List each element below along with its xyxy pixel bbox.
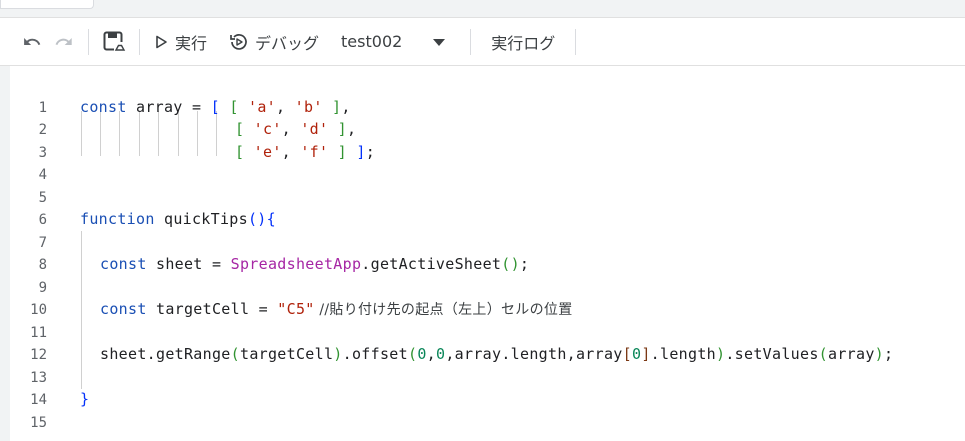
file-tab[interactable] <box>0 0 94 9</box>
code-comment: //貼り付け先の起点（左上）セルの位置 <box>314 302 573 318</box>
line-number: 12 <box>30 347 47 363</box>
debug-button-label: デバッグ <box>255 33 320 53</box>
undo-icon[interactable] <box>21 27 43 57</box>
indent-guide <box>81 231 82 389</box>
line-number: 10 <box>30 302 47 318</box>
code-line: [ 'e', 'f' ] ]; <box>235 143 376 161</box>
toolbar-divider <box>139 28 140 55</box>
function-selector-value: test002 <box>341 32 403 51</box>
line-number: 2 <box>38 122 47 138</box>
line-number: 13 <box>30 370 47 386</box>
caret-down-icon <box>433 38 446 46</box>
function-selector[interactable]: test002 <box>341 32 446 51</box>
code-line: const targetCell = "C5" //貼り付け先の起点（左上）セル… <box>100 300 573 318</box>
save-drive-icon[interactable] <box>102 27 126 57</box>
code-line: const array = [ [ 'a', 'b' ], <box>80 98 351 116</box>
editor-toolbar: 実行 デバッグ test002 実行ログ <box>0 17 965 66</box>
line-number: 8 <box>38 257 47 273</box>
toolbar-divider <box>88 28 89 55</box>
run-button-label: 実行 <box>175 33 208 53</box>
code-line: sheet.getRange(targetCell).offset(0,0,ar… <box>100 345 894 363</box>
code-line: function quickTips(){ <box>80 210 276 228</box>
code-line: } <box>80 390 90 408</box>
toolbar-divider <box>575 28 577 55</box>
code-line: const sheet = SpreadsheetApp.getActiveSh… <box>100 255 530 273</box>
line-number: 15 <box>30 415 47 431</box>
execution-log-label: 実行ログ <box>491 33 556 53</box>
line-number: 14 <box>30 392 47 408</box>
execution-log-button[interactable]: 実行ログ <box>491 27 555 57</box>
line-number: 5 <box>38 190 47 206</box>
code-line: [ 'c', 'd' ], <box>235 120 357 138</box>
line-number: 6 <box>38 212 47 228</box>
toolbar-divider <box>470 28 472 55</box>
line-number: 9 <box>38 280 47 296</box>
debug-button[interactable]: デバッグ <box>229 27 319 57</box>
line-number: 3 <box>38 145 47 161</box>
redo-icon[interactable] <box>53 27 75 57</box>
code-editor[interactable]: 1 2 3 4 5 6 7 8 9 10 11 12 13 14 15 cons… <box>5 66 965 441</box>
line-number: 1 <box>38 100 47 116</box>
line-number: 11 <box>30 325 47 341</box>
debug-icon <box>230 33 247 50</box>
play-icon <box>156 35 167 48</box>
line-number: 7 <box>38 235 47 251</box>
line-number: 4 <box>38 167 47 183</box>
run-button[interactable]: 実行 <box>153 27 207 57</box>
